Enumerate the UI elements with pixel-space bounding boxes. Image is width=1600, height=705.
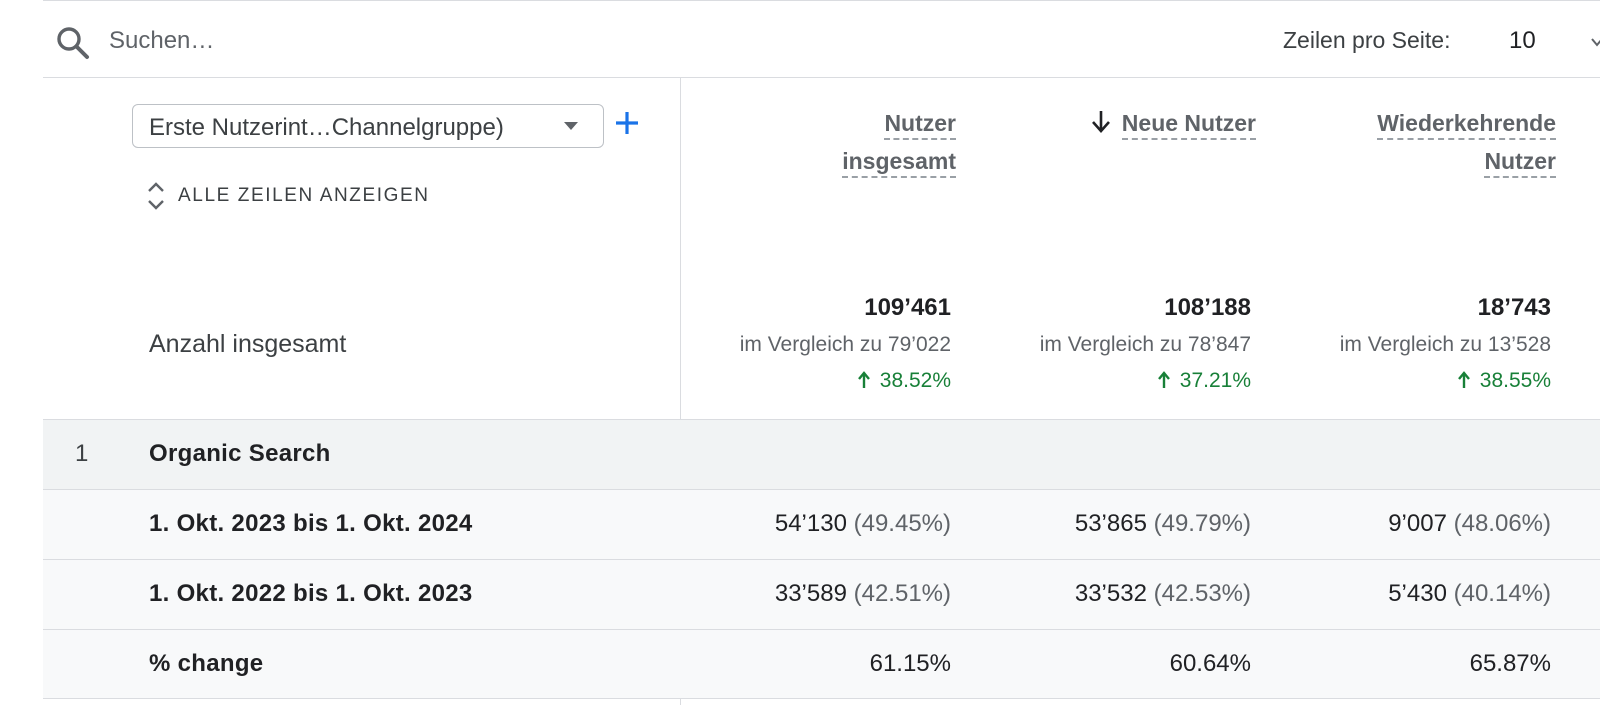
row-label: 1. Okt. 2022 bis 1. Okt. 2023 <box>149 580 473 607</box>
row-value-number: 54’130 <box>774 510 847 537</box>
row-value-percent: (42.51%) <box>853 580 951 607</box>
column-header-line: Nutzer <box>1484 148 1556 178</box>
total-cell-total-users: 109’461 im Vergleich zu 79’022 38.52% <box>641 292 951 396</box>
row-value-percent: (49.45%) <box>853 510 951 537</box>
search-input[interactable] <box>109 21 709 61</box>
table-row-change[interactable]: % change 61.15% 60.64% 65.87% <box>43 629 1600 699</box>
column-header-line: Neue Nutzer <box>1121 110 1256 140</box>
plus-icon[interactable] <box>614 110 640 136</box>
chevron-down-icon[interactable] <box>1591 35 1600 49</box>
dimension-select[interactable]: Erste Nutzerint…Channelgruppe) <box>132 104 604 148</box>
show-all-rows-button[interactable]: ALLE ZEILEN ANZEIGEN <box>146 180 430 212</box>
total-cell-returning-users: 18’743 im Vergleich zu 13’528 38.55% <box>1241 292 1551 396</box>
column-header-line: Wiederkehrende <box>1377 110 1556 140</box>
totals-label: Anzahl insgesamt <box>149 330 347 358</box>
row-value-percent: (48.06%) <box>1453 510 1551 537</box>
row-value-returning-users: 5’430 (40.14%) <box>1251 580 1551 608</box>
table-row[interactable]: 1. Okt. 2023 bis 1. Okt. 2024 54’130 (49… <box>43 489 1600 559</box>
row-value-total-users: 61.15% <box>869 650 951 677</box>
total-change: 38.52% <box>641 366 951 396</box>
row-value-total-users: 33’589 (42.51%) <box>651 580 951 608</box>
row-value-percent: (40.14%) <box>1453 580 1551 607</box>
row-value-returning-users: 9’007 (48.06%) <box>1251 510 1551 538</box>
row-value-returning-users: 65.87% <box>1469 650 1551 677</box>
table-row[interactable]: 1. Okt. 2022 bis 1. Okt. 2023 33’589 (42… <box>43 559 1600 629</box>
row-value-percent: (42.53%) <box>1153 580 1251 607</box>
row-value-number: 53’865 <box>1074 510 1147 537</box>
show-all-rows-label: ALLE ZEILEN ANZEIGEN <box>178 185 430 206</box>
row-value-number: 33’532 <box>1074 580 1147 607</box>
arrow-up-icon <box>1457 371 1470 388</box>
column-header-returning-users[interactable]: Wiederkehrende Nutzer <box>1276 104 1556 180</box>
report-table: Zeilen pro Seite: 10 Erste Nutzerint…Cha… <box>0 0 1600 705</box>
total-value: 108’188 <box>1164 294 1251 321</box>
row-value-total-users: 54’130 (49.45%) <box>651 510 951 538</box>
row-value-percent: (49.79%) <box>1153 510 1251 537</box>
total-value: 18’743 <box>1477 294 1551 321</box>
row-label: Organic Search <box>149 440 331 467</box>
row-label: % change <box>149 650 264 677</box>
expand-icon <box>148 182 164 210</box>
total-compare: im Vergleich zu 13’528 <box>1339 333 1551 356</box>
column-header-line: insgesamt <box>842 148 956 178</box>
row-value-new-users: 60.64% <box>1169 650 1251 677</box>
total-value: 109’461 <box>864 294 951 321</box>
total-compare: im Vergleich zu 79’022 <box>739 333 951 356</box>
arrow-up-icon <box>1157 371 1170 388</box>
row-index: 1 <box>75 440 89 467</box>
row-value-new-users: 53’865 (49.79%) <box>951 510 1251 538</box>
total-cell-new-users: 108’188 im Vergleich zu 78’847 37.21% <box>941 292 1251 396</box>
row-label: 1. Okt. 2023 bis 1. Okt. 2024 <box>149 510 473 537</box>
total-change: 38.55% <box>1241 366 1551 396</box>
rows-per-page-select[interactable]: 10 <box>1509 27 1536 55</box>
arrow-down-icon <box>1091 111 1110 133</box>
search-icon[interactable] <box>55 25 91 61</box>
row-value-number: 9’007 <box>1388 510 1447 537</box>
table-toolbar: Zeilen pro Seite: 10 <box>43 0 1600 78</box>
column-header-new-users[interactable]: Neue Nutzer <box>976 104 1256 142</box>
row-value-number: 33’589 <box>774 580 847 607</box>
total-change-value: 38.55% <box>1479 369 1551 392</box>
dimension-label: Erste Nutzerint…Channelgruppe) <box>149 114 504 141</box>
arrow-up-icon <box>857 371 870 388</box>
total-compare: im Vergleich zu 78’847 <box>1039 333 1251 356</box>
row-value-new-users: 33’532 (42.53%) <box>951 580 1251 608</box>
table-row-group[interactable]: 1 Organic Search <box>43 419 1600 489</box>
total-change: 37.21% <box>941 366 1251 396</box>
dropdown-icon <box>564 122 578 130</box>
column-header-line: Nutzer <box>884 110 956 140</box>
column-header-total-users[interactable]: Nutzer insgesamt <box>676 104 956 180</box>
row-value-number: 5’430 <box>1388 580 1447 607</box>
rows-per-page-label: Zeilen pro Seite: <box>1283 27 1451 53</box>
